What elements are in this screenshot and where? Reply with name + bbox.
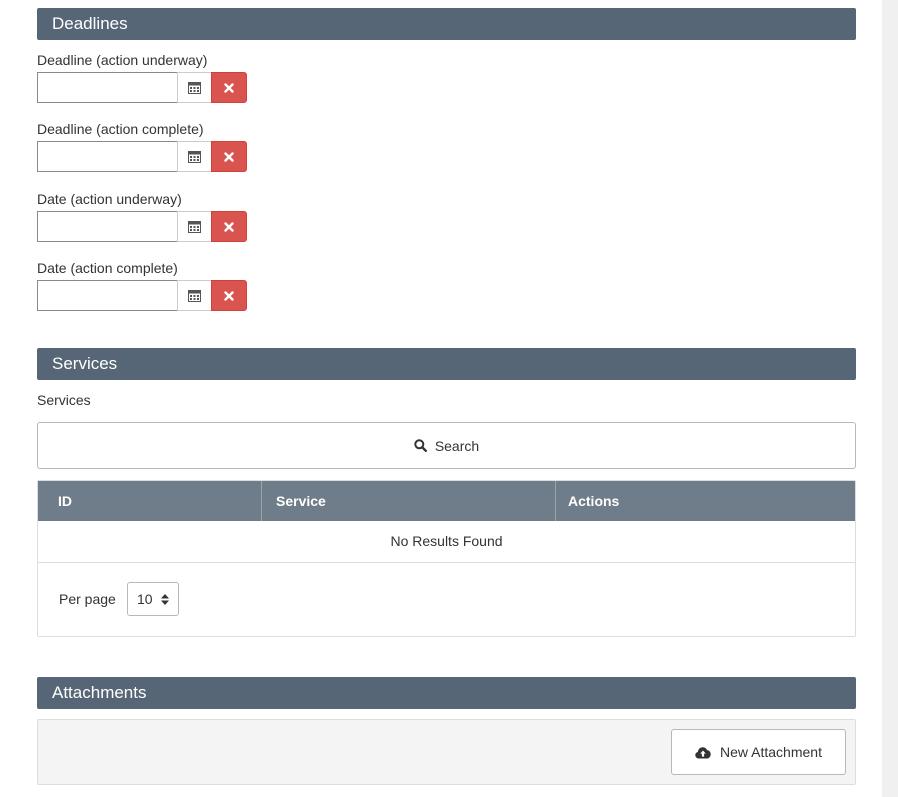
date-underway-calendar-button[interactable]	[177, 211, 212, 242]
close-icon	[224, 151, 234, 162]
deadline-underway-calendar-button[interactable]	[177, 72, 212, 103]
close-icon	[224, 290, 234, 301]
per-page-label: Per page	[59, 591, 116, 607]
calendar-icon	[188, 82, 201, 94]
empty-results-row: No Results Found	[38, 521, 855, 563]
new-attachment-button[interactable]: New Attachment	[671, 729, 846, 775]
deadline-complete-input[interactable]	[37, 141, 178, 172]
attachments-panel: New Attachment	[37, 719, 856, 785]
per-page-value: 10	[137, 591, 153, 607]
page-gutter	[882, 0, 898, 797]
close-icon	[224, 221, 234, 232]
table-header: ID Service Actions	[38, 481, 855, 521]
cloud-upload-icon	[695, 746, 711, 758]
date-underway-label: Date (action underway)	[37, 191, 182, 207]
date-complete-input[interactable]	[37, 280, 178, 311]
search-icon	[414, 439, 427, 452]
sort-caret-icon	[161, 594, 169, 605]
deadline-complete-clear-button[interactable]	[211, 141, 247, 172]
date-complete-calendar-button[interactable]	[177, 280, 212, 311]
search-button-label: Search	[434, 437, 480, 454]
attachments-section-header: Attachments	[37, 677, 856, 709]
services-field-label: Services	[37, 392, 91, 408]
calendar-icon	[188, 151, 201, 163]
new-attachment-label: New Attachment	[720, 744, 822, 760]
column-header-actions: Actions	[555, 481, 855, 521]
deadline-complete-label: Deadline (action complete)	[37, 121, 204, 137]
date-underway-clear-button[interactable]	[211, 211, 247, 242]
per-page-select[interactable]: 10	[127, 582, 179, 616]
close-icon	[224, 82, 234, 93]
column-header-service[interactable]: Service	[261, 481, 555, 521]
services-section-header: Services	[37, 348, 856, 380]
date-complete-clear-button[interactable]	[211, 280, 247, 311]
deadline-underway-input[interactable]	[37, 72, 178, 103]
deadline-underway-label: Deadline (action underway)	[37, 52, 208, 68]
calendar-icon	[188, 221, 201, 233]
services-search-button[interactable]: Search	[37, 422, 856, 469]
date-complete-label: Date (action complete)	[37, 260, 178, 276]
deadline-complete-calendar-button[interactable]	[177, 141, 212, 172]
date-underway-input[interactable]	[37, 211, 178, 242]
column-header-id[interactable]: ID	[38, 481, 262, 521]
calendar-icon	[188, 290, 201, 302]
deadlines-section-header: Deadlines	[37, 8, 856, 40]
services-table: ID Service Actions No Results Found Per …	[37, 480, 856, 637]
deadline-underway-clear-button[interactable]	[211, 72, 247, 103]
